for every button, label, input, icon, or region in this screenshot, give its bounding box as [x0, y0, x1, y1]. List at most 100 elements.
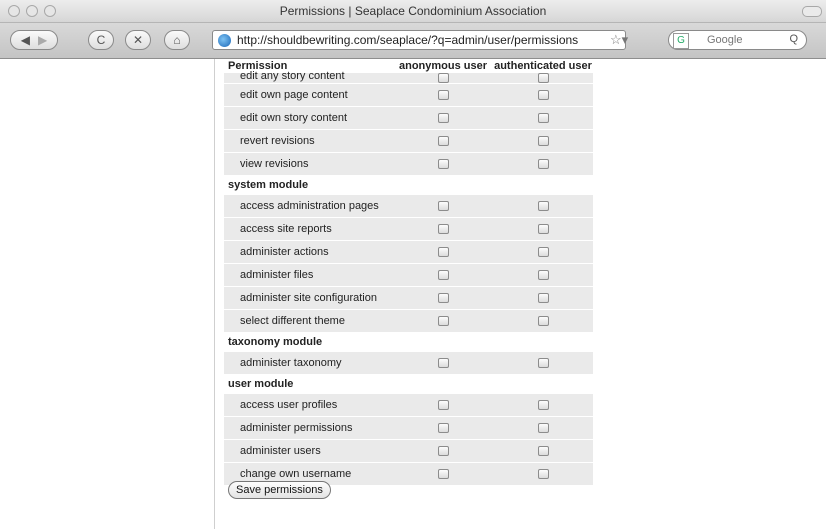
stop-button[interactable]: ✕ [125, 30, 151, 50]
table-row: view revisions [224, 152, 593, 176]
table-row: administer site configuration [224, 286, 593, 310]
anonymous-checkbox[interactable] [437, 270, 449, 281]
authenticated-cell [493, 286, 593, 310]
anonymous-checkbox[interactable] [437, 400, 449, 411]
authenticated-checkbox[interactable] [537, 73, 549, 83]
table-row: administer actions [224, 240, 593, 264]
search-icon[interactable]: Q [789, 33, 798, 45]
bookmark-star-icon[interactable]: ☆▾ [610, 32, 628, 48]
authenticated-checkbox[interactable] [537, 316, 549, 327]
save-permissions-button[interactable]: Save permissions [228, 481, 331, 499]
anonymous-checkbox[interactable] [437, 73, 449, 83]
home-icon: ⌂ [173, 33, 181, 47]
module-label: system module [224, 175, 593, 195]
authenticated-checkbox[interactable] [537, 469, 549, 480]
authenticated-checkbox[interactable] [537, 136, 549, 147]
anonymous-checkbox[interactable] [437, 224, 449, 235]
permissions-table: Permission anonymous user authenticated … [224, 59, 593, 486]
authenticated-checkbox[interactable] [537, 400, 549, 411]
table-row: edit own story content [224, 106, 593, 130]
module-header-row: taxonomy module [224, 332, 593, 352]
authenticated-cell [493, 416, 593, 440]
browser-toolbar: ◀ ▶ C ✕ ⌂ http://shouldbewriting.com/sea… [0, 23, 826, 59]
authenticated-checkbox[interactable] [537, 270, 549, 281]
anonymous-cell [393, 309, 493, 333]
anonymous-column-header: anonymous user [393, 59, 493, 73]
permission-label: access user profiles [224, 393, 393, 417]
home-button[interactable]: ⌂ [164, 30, 190, 50]
forward-icon[interactable]: ▶ [38, 33, 47, 47]
anonymous-checkbox[interactable] [437, 316, 449, 327]
authenticated-cell [493, 194, 593, 218]
permission-label: select different theme [224, 309, 393, 333]
reload-icon: C [96, 33, 106, 47]
anonymous-checkbox[interactable] [437, 136, 449, 147]
authenticated-cell [493, 439, 593, 463]
anonymous-checkbox[interactable] [437, 469, 449, 480]
anonymous-checkbox[interactable] [437, 293, 449, 304]
anonymous-checkbox[interactable] [437, 358, 449, 369]
stop-icon: ✕ [132, 33, 144, 47]
permission-label: administer files [224, 263, 393, 287]
anonymous-checkbox[interactable] [437, 423, 449, 434]
search-placeholder: Google [707, 34, 743, 46]
authenticated-checkbox[interactable] [537, 113, 549, 124]
table-row: access user profiles [224, 393, 593, 417]
module-label: taxonomy module [224, 332, 593, 352]
anonymous-cell [393, 83, 493, 107]
anonymous-cell [393, 106, 493, 130]
anonymous-cell [393, 462, 493, 486]
table-row: administer files [224, 263, 593, 287]
anonymous-cell [393, 416, 493, 440]
address-url: http://shouldbewriting.com/seaplace/?q=a… [237, 33, 579, 47]
authenticated-checkbox[interactable] [537, 159, 549, 170]
search-field[interactable]: G Google Q [668, 30, 807, 50]
authenticated-cell [493, 462, 593, 486]
anonymous-checkbox[interactable] [437, 247, 449, 258]
search-engine-icon[interactable]: G [673, 33, 689, 49]
permission-label: access administration pages [224, 194, 393, 218]
permission-label: administer taxonomy [224, 351, 393, 375]
reload-button[interactable]: C [88, 30, 114, 50]
back-icon[interactable]: ◀ [21, 33, 30, 47]
anonymous-checkbox[interactable] [437, 446, 449, 457]
authenticated-checkbox[interactable] [537, 358, 549, 369]
permission-label: administer permissions [224, 416, 393, 440]
authenticated-checkbox[interactable] [537, 247, 549, 258]
permission-label: access site reports [224, 217, 393, 241]
address-bar[interactable]: http://shouldbewriting.com/seaplace/?q=a… [212, 30, 626, 50]
table-row: administer taxonomy [224, 351, 593, 375]
anonymous-checkbox[interactable] [437, 159, 449, 170]
window-title: Permissions | Seaplace Condominium Assoc… [279, 4, 547, 18]
permission-label: revert revisions [224, 129, 393, 153]
anonymous-checkbox[interactable] [437, 90, 449, 101]
back-forward-buttons: ◀ ▶ [10, 30, 58, 50]
authenticated-cell [493, 106, 593, 130]
authenticated-cell [493, 129, 593, 153]
content-divider [214, 59, 215, 529]
permission-label: administer actions [224, 240, 393, 264]
authenticated-checkbox[interactable] [537, 201, 549, 212]
toolbar-toggle-button[interactable] [802, 6, 822, 17]
table-row: administer permissions [224, 416, 593, 440]
authenticated-checkbox[interactable] [537, 90, 549, 101]
table-row: edit own page content [224, 83, 593, 107]
anonymous-cell [393, 393, 493, 417]
authenticated-cell [493, 83, 593, 107]
module-header-row: user module [224, 374, 593, 394]
authenticated-cell [493, 263, 593, 287]
module-header-row: system module [224, 175, 593, 195]
anonymous-checkbox[interactable] [437, 113, 449, 124]
authenticated-checkbox[interactable] [537, 293, 549, 304]
authenticated-cell [493, 351, 593, 375]
authenticated-checkbox[interactable] [537, 446, 549, 457]
permission-label: administer site configuration [224, 286, 393, 310]
authenticated-cell [493, 309, 593, 333]
page-content: Permission anonymous user authenticated … [0, 59, 826, 529]
anonymous-checkbox[interactable] [437, 201, 449, 212]
anonymous-cell [393, 439, 493, 463]
authenticated-checkbox[interactable] [537, 423, 549, 434]
authenticated-checkbox[interactable] [537, 224, 549, 235]
anonymous-cell [393, 240, 493, 264]
permission-label: edit any story content [224, 71, 393, 84]
